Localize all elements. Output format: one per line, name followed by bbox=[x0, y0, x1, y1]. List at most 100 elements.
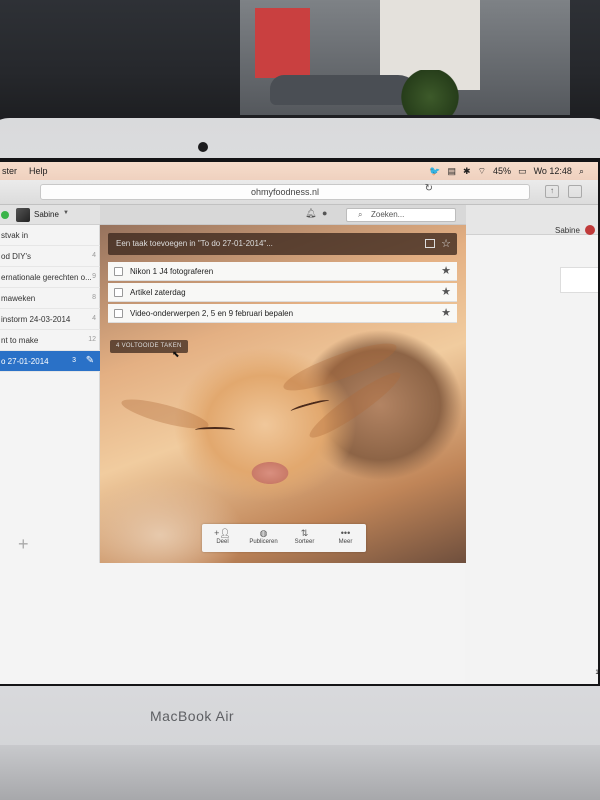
sidebar-list-item[interactable]: od DIY's 4 bbox=[0, 246, 100, 267]
task-title: Video-onderwerpen 2, 5 en 9 februari bep… bbox=[130, 309, 294, 318]
list-label: od DIY's bbox=[1, 252, 31, 261]
globe-icon: ◍ bbox=[259, 528, 268, 538]
username[interactable]: Sabine bbox=[34, 210, 59, 219]
laptop-brand: MacBook Air bbox=[150, 708, 235, 724]
task-pane-topbar: 🔔︎ ● Zoeken... ⌕ bbox=[100, 205, 466, 225]
sort-label: Sorteer bbox=[294, 539, 315, 545]
list-count: 8 bbox=[92, 294, 96, 301]
sidebar: Sabine ▼ stvak in od DIY's 4 ernationale… bbox=[0, 205, 100, 563]
webcam bbox=[198, 142, 208, 152]
red-building bbox=[255, 8, 310, 78]
menubar-status: 🐦 ▤ ✱ ⌔ 45% ▭ Wo 12:48 ⌕ bbox=[429, 166, 598, 177]
mac-menubar: ster Help 🐦 ▤ ✱ ⌔ 45% ▭ Wo 12:48 ⌕ bbox=[0, 162, 598, 180]
laptop-screen: ster Help 🐦 ▤ ✱ ⌔ 45% ▭ Wo 12:48 ⌕ ohmyf… bbox=[0, 162, 598, 684]
list-count: 9 bbox=[92, 273, 96, 280]
background-page-avatar bbox=[585, 225, 595, 235]
task-title: Artikel zaterdag bbox=[130, 288, 186, 297]
list-label: ernationale gerechten o... bbox=[1, 273, 92, 282]
comment-icon[interactable]: ● bbox=[322, 208, 327, 218]
add-task-placeholder: Een taak toevoegen in "To do 27-01-2014"… bbox=[116, 239, 273, 248]
task-checkbox[interactable] bbox=[114, 288, 123, 297]
sidebar-list-item[interactable]: ernationale gerechten o... 9 bbox=[0, 267, 100, 288]
share-label: Deel bbox=[216, 539, 229, 545]
task-checkbox[interactable] bbox=[114, 309, 123, 318]
background-webpage: Sabine 31 7 14 bbox=[465, 205, 598, 684]
list-label: o 27-01-2014 bbox=[1, 357, 49, 366]
battery-icon[interactable]: ▭ bbox=[518, 166, 527, 177]
menu-item-window[interactable]: ster bbox=[2, 166, 17, 176]
task-row[interactable]: Artikel zaterdag ★ bbox=[108, 283, 457, 302]
sidebar-header: Sabine ▼ bbox=[0, 205, 100, 225]
clock[interactable]: Wo 12:48 bbox=[534, 166, 572, 176]
background-room bbox=[0, 0, 600, 120]
bottom-toolbar: +👤︎ Deel ◍ Publiceren ⇅ Sorteer ••• Meer bbox=[202, 524, 366, 552]
more-icon: ••• bbox=[340, 528, 351, 538]
wunderlist-window: Sabine ▼ stvak in od DIY's 4 ernationale… bbox=[0, 205, 466, 563]
address-bar[interactable]: ohmyfoodness.nl bbox=[40, 184, 530, 200]
sidebar-list-item[interactable]: nt to make 12 bbox=[0, 330, 100, 351]
task-checkbox[interactable] bbox=[114, 267, 123, 276]
parked-car bbox=[270, 75, 420, 105]
bluetooth-icon[interactable]: ✱ bbox=[463, 166, 471, 177]
bell-icon[interactable]: 🔔︎ bbox=[305, 208, 316, 219]
wallpaper-detail bbox=[195, 427, 235, 433]
wallpaper-detail bbox=[289, 397, 331, 415]
sidebar-list-item-active[interactable]: o 27-01-2014 3 ✎ bbox=[0, 351, 100, 372]
battery-percent[interactable]: 45% bbox=[493, 166, 511, 176]
share-button[interactable]: +👤︎ Deel bbox=[202, 524, 243, 552]
plant bbox=[400, 70, 460, 115]
task-row[interactable]: Nikon 1 J4 fotograferen ★ bbox=[108, 262, 457, 281]
sidebar-list-item[interactable]: stvak in bbox=[0, 225, 100, 246]
search-input[interactable]: Zoeken... bbox=[346, 208, 456, 222]
menu-item-help[interactable]: Help bbox=[29, 166, 48, 176]
more-button[interactable]: ••• Meer bbox=[325, 524, 366, 552]
list-label: maweken bbox=[1, 294, 36, 303]
add-task-input[interactable]: Een taak toevoegen in "To do 27-01-2014"… bbox=[108, 233, 457, 255]
browser-toolbar: ohmyfoodness.nl ↻ ↑ bbox=[0, 180, 598, 205]
list-count: 12 bbox=[88, 336, 96, 343]
mouse-cursor-icon: ⬉ bbox=[172, 349, 180, 359]
task-title: Nikon 1 J4 fotograferen bbox=[130, 267, 214, 276]
background-card: 14 bbox=[560, 667, 598, 684]
tabs-icon[interactable] bbox=[568, 185, 582, 198]
laptop-base bbox=[0, 745, 600, 800]
publish-button[interactable]: ◍ Publiceren bbox=[243, 524, 284, 552]
background-page-header: Sabine bbox=[465, 205, 598, 235]
star-icon[interactable]: ★ bbox=[441, 306, 451, 319]
sidebar-list-item[interactable]: instorm 24-03-2014 4 bbox=[0, 309, 100, 330]
publish-label: Publiceren bbox=[249, 539, 278, 545]
evernote-icon[interactable]: ▤ bbox=[448, 166, 457, 177]
calendar-icon[interactable] bbox=[425, 239, 435, 248]
twitter-icon[interactable]: 🐦 bbox=[429, 166, 440, 177]
search-icon: ⌕ bbox=[358, 210, 363, 219]
task-row[interactable]: Video-onderwerpen 2, 5 en 9 februari bep… bbox=[108, 304, 457, 323]
share-person-icon: +👤︎ bbox=[214, 528, 231, 538]
star-outline-icon[interactable]: ☆ bbox=[441, 233, 451, 255]
avatar[interactable] bbox=[16, 208, 30, 222]
more-label: Meer bbox=[338, 539, 353, 545]
star-icon[interactable]: ★ bbox=[441, 264, 451, 277]
list-label: stvak in bbox=[1, 231, 29, 240]
sidebar-list-item[interactable]: maweken 8 bbox=[0, 288, 100, 309]
share-icon[interactable]: ↑ bbox=[545, 185, 559, 198]
sort-button[interactable]: ⇅ Sorteer bbox=[284, 524, 325, 552]
background-card: 7 bbox=[560, 545, 598, 571]
list-count: 4 bbox=[92, 252, 96, 259]
background-card: 31 bbox=[560, 267, 598, 293]
list-label: nt to make bbox=[1, 336, 39, 345]
task-pane: 🔔︎ ● Zoeken... ⌕ Een taak toevoegen in "… bbox=[100, 205, 466, 563]
add-list-icon[interactable]: + bbox=[18, 535, 29, 553]
list-count: 3 bbox=[72, 357, 76, 364]
background-number: 14 bbox=[595, 670, 598, 676]
list-count: 4 bbox=[92, 315, 96, 322]
star-icon[interactable]: ★ bbox=[441, 285, 451, 298]
list-label: instorm 24-03-2014 bbox=[1, 315, 71, 324]
sort-icon: ⇅ bbox=[300, 528, 309, 538]
background-page-user: Sabine bbox=[555, 226, 580, 235]
reload-icon[interactable]: ↻ bbox=[425, 183, 433, 194]
chevron-down-icon[interactable]: ▼ bbox=[63, 210, 69, 216]
wifi-icon[interactable]: ⌔ bbox=[478, 166, 486, 177]
window-zoom-button[interactable] bbox=[1, 211, 9, 219]
pencil-icon[interactable]: ✎ bbox=[84, 355, 96, 367]
spotlight-icon[interactable]: ⌕ bbox=[579, 166, 584, 177]
